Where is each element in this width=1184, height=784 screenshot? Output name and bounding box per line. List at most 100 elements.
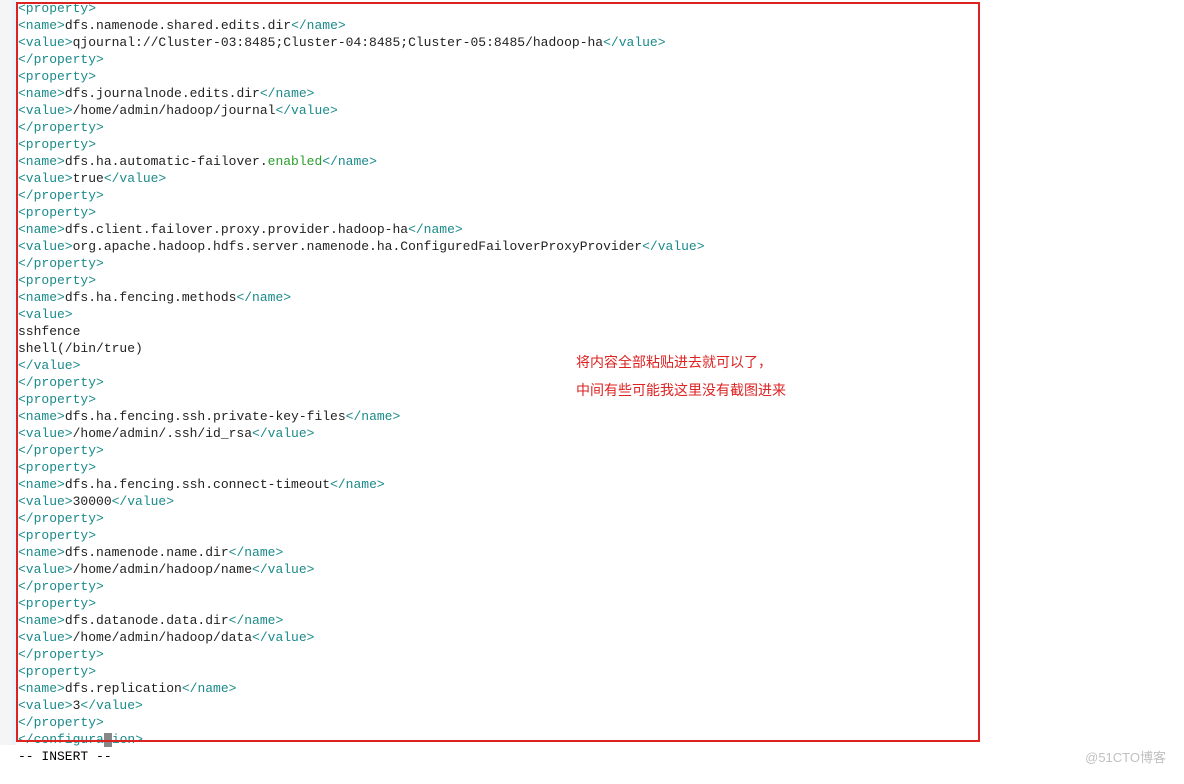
code-token: <name> bbox=[18, 290, 65, 305]
code-line-closing[interactable]: </configura ion> bbox=[18, 731, 705, 748]
code-token: </value> bbox=[18, 358, 80, 373]
code-line[interactable]: <name>dfs.ha.fencing.ssh.private-key-fil… bbox=[18, 408, 705, 425]
code-token: <property> bbox=[18, 1, 96, 16]
code-line[interactable]: </property> bbox=[18, 646, 705, 663]
code-token: </name> bbox=[408, 222, 463, 237]
code-token: </name> bbox=[322, 154, 377, 169]
code-line[interactable]: </property> bbox=[18, 578, 705, 595]
code-line[interactable]: <value>/home/admin/hadoop/journal</value… bbox=[18, 102, 705, 119]
code-token: </name> bbox=[330, 477, 385, 492]
code-line[interactable]: <value>3</value> bbox=[18, 697, 705, 714]
code-line[interactable]: <value> bbox=[18, 306, 705, 323]
code-line[interactable]: <value>/home/admin/.ssh/id_rsa</value> bbox=[18, 425, 705, 442]
code-token: <property> bbox=[18, 528, 96, 543]
code-token: dfs.namenode.name.dir bbox=[65, 545, 229, 560]
code-line[interactable]: <name>dfs.namenode.shared.edits.dir</nam… bbox=[18, 17, 705, 34]
code-token: <name> bbox=[18, 409, 65, 424]
code-line[interactable]: </property> bbox=[18, 51, 705, 68]
code-token: <value> bbox=[18, 35, 73, 50]
code-token: dfs.client.failover.proxy.provider.hadoo… bbox=[65, 222, 408, 237]
code-line[interactable]: <name>dfs.datanode.data.dir</name> bbox=[18, 612, 705, 629]
code-line[interactable]: </property> bbox=[18, 510, 705, 527]
code-line[interactable]: <property> bbox=[18, 68, 705, 85]
code-token: dfs.namenode.shared.edits.dir bbox=[65, 18, 291, 33]
code-token: </name> bbox=[291, 18, 346, 33]
annotation-line-2: 中间有些可能我这里没有截图进来 bbox=[576, 376, 786, 404]
code-line[interactable]: <name>dfs.client.failover.proxy.provider… bbox=[18, 221, 705, 238]
code-token: dfs.ha.fencing.ssh.private-key-files bbox=[65, 409, 346, 424]
code-token: enabled bbox=[268, 154, 323, 169]
code-token: </value> bbox=[252, 426, 314, 441]
code-token: </name> bbox=[182, 681, 237, 696]
code-token: dfs.replication bbox=[65, 681, 182, 696]
code-line[interactable]: <property> bbox=[18, 0, 705, 17]
code-token: shell(/bin/true) bbox=[18, 341, 143, 356]
code-token: /home/admin/hadoop/journal bbox=[73, 103, 276, 118]
code-token: dfs.ha.automatic-failover. bbox=[65, 154, 268, 169]
code-line[interactable]: <property> bbox=[18, 663, 705, 680]
code-token: </value> bbox=[642, 239, 704, 254]
text-cursor bbox=[104, 733, 112, 747]
code-token: </value> bbox=[252, 630, 314, 645]
code-line[interactable]: <value>qjournal://Cluster-03:8485;Cluste… bbox=[18, 34, 705, 51]
code-line[interactable]: <property> bbox=[18, 595, 705, 612]
code-token: /home/admin/.ssh/id_rsa bbox=[73, 426, 252, 441]
code-token: <property> bbox=[18, 460, 96, 475]
code-token: </property> bbox=[18, 375, 104, 390]
code-line[interactable]: <property> bbox=[18, 272, 705, 289]
code-token: ion> bbox=[112, 732, 143, 747]
code-token: <value> bbox=[18, 239, 73, 254]
code-line[interactable]: <name>dfs.ha.fencing.methods</name> bbox=[18, 289, 705, 306]
code-line[interactable]: <name>dfs.namenode.name.dir</name> bbox=[18, 544, 705, 561]
code-line[interactable]: <property> bbox=[18, 527, 705, 544]
code-line[interactable]: <property> bbox=[18, 136, 705, 153]
code-token: 30000 bbox=[73, 494, 112, 509]
code-line[interactable]: </property> bbox=[18, 255, 705, 272]
code-line[interactable]: <value>/home/admin/hadoop/data</value> bbox=[18, 629, 705, 646]
annotation-line-1: 将内容全部粘贴进去就可以了， bbox=[576, 348, 786, 376]
code-token: </property> bbox=[18, 256, 104, 271]
watermark: @51CTO博客 bbox=[1085, 749, 1166, 766]
code-line[interactable]: <value>/home/admin/hadoop/name</value> bbox=[18, 561, 705, 578]
code-line[interactable]: </property> bbox=[18, 119, 705, 136]
code-token: <name> bbox=[18, 18, 65, 33]
code-line[interactable]: <name>dfs.replication</name> bbox=[18, 680, 705, 697]
code-token: </property> bbox=[18, 647, 104, 662]
code-token: <name> bbox=[18, 86, 65, 101]
code-token: /home/admin/hadoop/name bbox=[73, 562, 252, 577]
code-token: </name> bbox=[346, 409, 401, 424]
code-token: <property> bbox=[18, 273, 96, 288]
code-token: <value> bbox=[18, 426, 73, 441]
code-token: <name> bbox=[18, 222, 65, 237]
code-line[interactable]: </property> bbox=[18, 187, 705, 204]
code-token: </configura bbox=[18, 732, 104, 747]
code-line[interactable]: <name>dfs.ha.fencing.ssh.connect-timeout… bbox=[18, 476, 705, 493]
code-line[interactable]: </property> bbox=[18, 442, 705, 459]
code-line[interactable]: <name>dfs.journalnode.edits.dir</name> bbox=[18, 85, 705, 102]
code-line[interactable]: <value>true</value> bbox=[18, 170, 705, 187]
code-token: </value> bbox=[112, 494, 174, 509]
vim-mode-line: -- INSERT -- bbox=[18, 748, 705, 765]
code-line[interactable]: sshfence bbox=[18, 323, 705, 340]
code-token: dfs.journalnode.edits.dir bbox=[65, 86, 260, 101]
code-token: <value> bbox=[18, 562, 73, 577]
code-token: </value> bbox=[252, 562, 314, 577]
code-token: <value> bbox=[18, 630, 73, 645]
code-line[interactable]: <property> bbox=[18, 204, 705, 221]
code-line[interactable]: <name>dfs.ha.automatic-failover.enabled<… bbox=[18, 153, 705, 170]
code-token: <name> bbox=[18, 681, 65, 696]
code-token: <value> bbox=[18, 494, 73, 509]
code-token: </property> bbox=[18, 443, 104, 458]
code-token: <value> bbox=[18, 103, 73, 118]
code-token: </property> bbox=[18, 120, 104, 135]
code-line[interactable]: <value>org.apache.hadoop.hdfs.server.nam… bbox=[18, 238, 705, 255]
code-token: <value> bbox=[18, 698, 73, 713]
code-token: </name> bbox=[260, 86, 315, 101]
code-token: </name> bbox=[229, 545, 284, 560]
code-token: </name> bbox=[229, 613, 284, 628]
code-line[interactable]: <value>30000</value> bbox=[18, 493, 705, 510]
code-token: </property> bbox=[18, 188, 104, 203]
code-token: dfs.datanode.data.dir bbox=[65, 613, 229, 628]
code-line[interactable]: <property> bbox=[18, 459, 705, 476]
code-line[interactable]: </property> bbox=[18, 714, 705, 731]
